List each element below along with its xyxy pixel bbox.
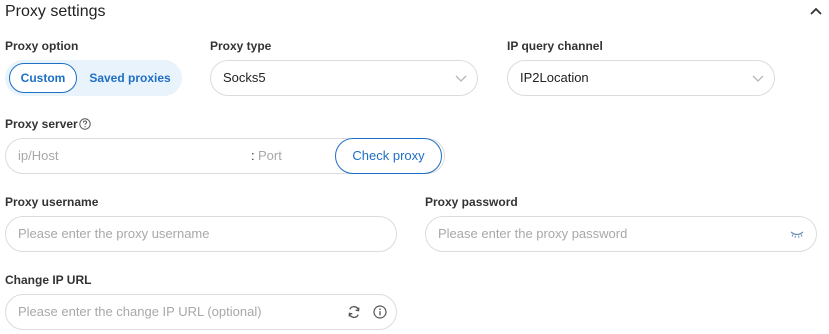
ip-query-channel-select[interactable]: IP2Location xyxy=(507,60,775,96)
proxy-username-input[interactable]: Please enter the proxy username xyxy=(5,216,397,252)
proxy-password-input[interactable]: Please enter the proxy password xyxy=(425,216,817,252)
proxy-type-value: Socks5 xyxy=(223,70,266,85)
ip-query-channel-value: IP2Location xyxy=(520,70,589,85)
proxy-username-label: Proxy username xyxy=(5,195,99,209)
chevron-down-icon xyxy=(455,75,467,82)
proxy-option-label: Proxy option xyxy=(5,39,79,53)
change-ip-url-placeholder: Please enter the change IP URL (optional… xyxy=(18,304,262,319)
port-input[interactable]: Port xyxy=(258,139,282,173)
chevron-down-icon xyxy=(752,75,764,82)
saved-proxies-option-button[interactable]: Saved proxies xyxy=(81,63,179,93)
custom-option-button[interactable]: Custom xyxy=(9,63,77,93)
refresh-icon[interactable] xyxy=(347,305,361,319)
check-proxy-button[interactable]: Check proxy xyxy=(335,138,442,174)
help-question-icon[interactable] xyxy=(79,118,91,130)
change-ip-url-input[interactable]: Please enter the change IP URL (optional… xyxy=(5,294,397,330)
info-icon[interactable] xyxy=(373,305,387,319)
section-title: Proxy settings xyxy=(5,3,106,20)
host-input[interactable]: ip/Host xyxy=(18,139,58,173)
eye-closed-icon[interactable] xyxy=(790,229,804,239)
proxy-type-label: Proxy type xyxy=(210,39,272,53)
proxy-option-segmented-control: Custom Saved proxies xyxy=(5,60,182,96)
change-ip-url-label: Change IP URL xyxy=(5,273,92,287)
proxy-username-placeholder: Please enter the proxy username xyxy=(18,226,210,241)
collapse-chevron-up-icon[interactable] xyxy=(809,4,823,18)
ip-query-channel-label: IP query channel xyxy=(507,39,603,53)
proxy-password-placeholder: Please enter the proxy password xyxy=(438,226,628,241)
proxy-server-label: Proxy server xyxy=(5,117,78,131)
port-separator: : xyxy=(251,148,255,163)
proxy-password-label: Proxy password xyxy=(425,195,518,209)
proxy-type-select[interactable]: Socks5 xyxy=(210,60,478,96)
